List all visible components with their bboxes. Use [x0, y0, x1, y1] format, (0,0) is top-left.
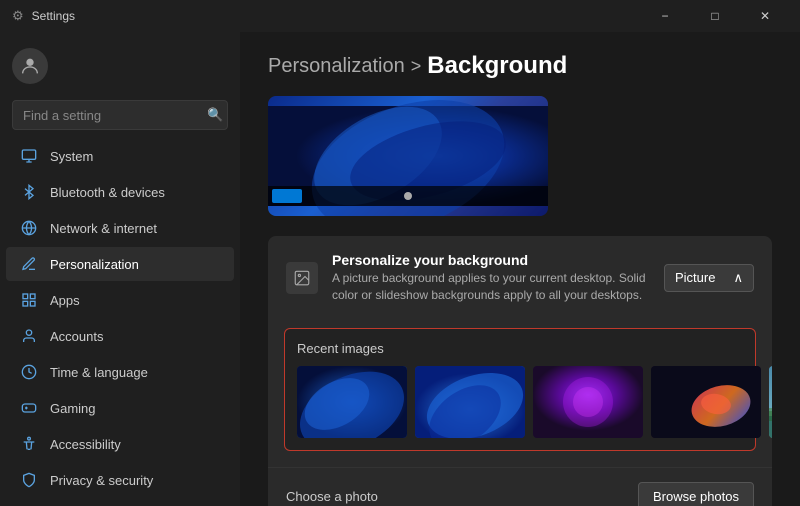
personalization-icon: [20, 255, 38, 273]
sidebar-item-accessibility[interactable]: Accessibility: [6, 427, 234, 461]
choose-photo-row: Choose a photo Browse photos: [268, 467, 772, 506]
sidebar-item-network-label: Network & internet: [50, 221, 157, 236]
sidebar-item-personalization-label: Personalization: [50, 257, 139, 272]
minimize-button[interactable]: −: [642, 0, 688, 32]
maximize-button[interactable]: □: [692, 0, 738, 32]
breadcrumb-current: Background: [427, 52, 567, 80]
background-type-label: Picture: [675, 270, 715, 285]
sidebar-item-time-label: Time & language: [50, 365, 148, 380]
choose-photo-label: Choose a photo: [286, 489, 378, 504]
sidebar-item-time[interactable]: Time & language: [6, 355, 234, 389]
recent-image-3[interactable]: [533, 366, 643, 438]
sidebar-item-accounts[interactable]: Accounts: [6, 319, 234, 353]
sidebar-item-update[interactable]: Windows Update: [6, 499, 234, 506]
sidebar-item-network[interactable]: Network & internet: [6, 211, 234, 245]
sidebar-item-privacy-label: Privacy & security: [50, 473, 153, 488]
sidebar-item-gaming[interactable]: Gaming: [6, 391, 234, 425]
picture-icon: [286, 262, 318, 294]
search-input[interactable]: [23, 108, 199, 123]
sidebar-item-apps[interactable]: Apps: [6, 283, 234, 317]
background-type-dropdown[interactable]: Picture ∧: [664, 264, 754, 292]
sidebar-item-personalization[interactable]: Personalization: [6, 247, 234, 281]
recent-images-section: Recent images: [284, 328, 756, 451]
time-icon: [20, 363, 38, 381]
recent-image-4[interactable]: [651, 366, 761, 438]
sidebar-item-gaming-label: Gaming: [50, 401, 96, 416]
desktop-preview: [268, 96, 548, 216]
privacy-icon: [20, 471, 38, 489]
dropdown-chevron-up: ∧: [733, 270, 743, 286]
gaming-icon: [20, 399, 38, 417]
main-layout: 🔍 System Bluetooth & devices: [0, 32, 800, 506]
section-title: Personalize your background: [332, 252, 650, 268]
network-icon: [20, 219, 38, 237]
title-bar-title: Settings: [32, 9, 75, 23]
breadcrumb-parent[interactable]: Personalization: [268, 55, 405, 78]
accounts-icon: [20, 327, 38, 345]
section-header-left: Personalize your background A picture ba…: [286, 252, 650, 304]
breadcrumb: Personalization > Background: [268, 52, 772, 80]
section-header: Personalize your background A picture ba…: [268, 236, 772, 320]
search-icon: 🔍: [207, 107, 223, 123]
sidebar-item-privacy[interactable]: Privacy & security: [6, 463, 234, 497]
avatar: [12, 48, 48, 84]
search-box[interactable]: 🔍: [12, 100, 228, 130]
section-text-block: Personalize your background A picture ba…: [332, 252, 650, 304]
sidebar-item-apps-label: Apps: [50, 293, 80, 308]
content-area: Personalization > Background: [240, 32, 800, 506]
sidebar-item-system-label: System: [50, 149, 93, 164]
sidebar-item-accessibility-label: Accessibility: [50, 437, 121, 452]
system-icon: [20, 147, 38, 165]
browse-photos-button[interactable]: Browse photos: [638, 482, 754, 506]
section-description: A picture background applies to your cur…: [332, 270, 650, 304]
breadcrumb-separator: >: [411, 56, 422, 77]
title-bar: ⚙ Settings − □ ✕: [0, 0, 800, 32]
recent-images-label: Recent images: [297, 341, 743, 356]
sidebar-item-bluetooth-label: Bluetooth & devices: [50, 185, 165, 200]
recent-image-5[interactable]: [769, 366, 772, 438]
title-bar-left: ⚙ Settings: [12, 8, 75, 24]
preview-wallpaper: [268, 96, 548, 216]
sidebar-item-system[interactable]: System: [6, 139, 234, 173]
title-bar-controls: − □ ✕: [642, 0, 788, 32]
close-button[interactable]: ✕: [742, 0, 788, 32]
user-profile[interactable]: [0, 32, 240, 100]
sidebar-item-accounts-label: Accounts: [50, 329, 103, 344]
sidebar-item-bluetooth[interactable]: Bluetooth & devices: [6, 175, 234, 209]
content-inner: Personalization > Background: [240, 32, 800, 506]
background-section-card: Personalize your background A picture ba…: [268, 236, 772, 506]
bluetooth-icon: [20, 183, 38, 201]
images-grid: [297, 366, 743, 438]
apps-icon: [20, 291, 38, 309]
sidebar: 🔍 System Bluetooth & devices: [0, 32, 240, 506]
settings-icon: ⚙: [12, 8, 24, 24]
recent-image-2[interactable]: [415, 366, 525, 438]
recent-image-1[interactable]: [297, 366, 407, 438]
accessibility-icon: [20, 435, 38, 453]
